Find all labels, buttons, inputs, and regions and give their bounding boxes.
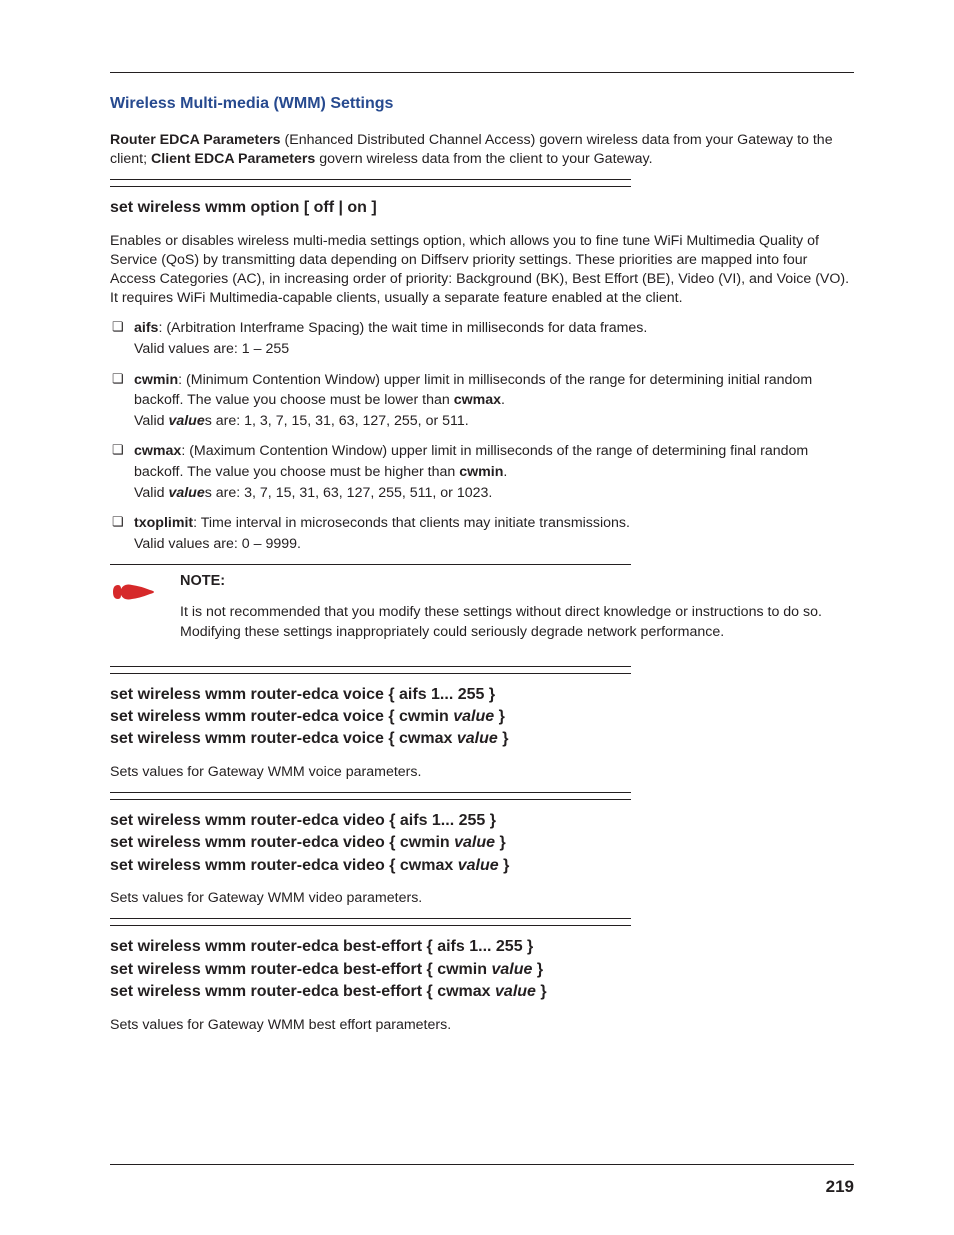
command-line: set wireless wmm router-edca voice { cwm… bbox=[110, 728, 854, 750]
pointing-hand-icon bbox=[110, 573, 180, 612]
cmd-value-placeholder: value bbox=[495, 983, 536, 1000]
param-valid: Valid values are: 0 – 9999. bbox=[134, 536, 301, 552]
cmd-text: } bbox=[494, 708, 505, 725]
cmd-text: set wireless wmm router-edca video { aif… bbox=[110, 812, 496, 829]
list-item: cwmin: (Minimum Contention Window) upper… bbox=[110, 370, 854, 432]
command-line: set wireless wmm router-edca video { aif… bbox=[110, 810, 854, 832]
command-heading: set wireless wmm router-edca video { aif… bbox=[110, 810, 854, 877]
command-group-desc: Sets values for Gateway WMM voice parame… bbox=[110, 763, 854, 782]
param-valid: Valid values are: 1 – 255 bbox=[134, 341, 289, 357]
list-item: txoplimit: Time interval in microseconds… bbox=[110, 513, 854, 554]
command-line: set wireless wmm router-edca best-effort… bbox=[110, 981, 854, 1003]
param-label: cwmin bbox=[134, 372, 178, 388]
note-block: NOTE: It is not recommended that you mod… bbox=[110, 573, 854, 651]
list-item: cwmax: (Maximum Contention Window) upper… bbox=[110, 441, 854, 503]
cmd-text: set wireless wmm router-edca video { cwm… bbox=[110, 834, 454, 851]
rule-thin bbox=[110, 666, 631, 667]
rule-thick bbox=[110, 799, 631, 800]
valid-em: value bbox=[168, 485, 204, 501]
command-group-desc: Sets values for Gateway WMM best effort … bbox=[110, 1016, 854, 1035]
cmd-value-placeholder: value bbox=[454, 834, 495, 851]
cmd-text: set wireless wmm router-edca best-effort… bbox=[110, 983, 495, 1000]
cmd-value-placeholder: value bbox=[458, 857, 499, 874]
cmd-text: } bbox=[499, 857, 510, 874]
command-line: set wireless wmm router-edca best-effort… bbox=[110, 936, 854, 958]
intro-text-2: govern wireless data from the client to … bbox=[315, 151, 652, 167]
cmd-text: set wireless wmm router-edca best-effort… bbox=[110, 961, 491, 978]
page-number: 219 bbox=[826, 1177, 854, 1197]
rule-thin bbox=[110, 564, 631, 565]
valid-pre: Valid bbox=[134, 413, 168, 429]
command-groups: set wireless wmm router-edca voice { aif… bbox=[110, 673, 854, 1035]
command-description: Enables or disables wireless multi-media… bbox=[110, 232, 854, 309]
param-label: aifs bbox=[134, 320, 158, 336]
param-ref: cwmin bbox=[459, 464, 503, 480]
valid-pre: Valid bbox=[134, 485, 168, 501]
intro-paragraph: Router EDCA Parameters (Enhanced Distrib… bbox=[110, 131, 854, 169]
note-heading: NOTE: bbox=[180, 573, 854, 589]
parameter-list: aifs: (Arbitration Interframe Spacing) t… bbox=[110, 318, 854, 554]
note-body: It is not recommended that you modify th… bbox=[180, 603, 854, 641]
command-line: set wireless wmm router-edca voice { aif… bbox=[110, 684, 854, 706]
rule-thin bbox=[110, 918, 631, 919]
cmd-text: set wireless wmm router-edca video { cwm… bbox=[110, 857, 458, 874]
note-content: NOTE: It is not recommended that you mod… bbox=[180, 573, 854, 651]
command-heading: set wireless wmm option [ off | on ] bbox=[110, 197, 854, 219]
cmd-text: set wireless wmm router-edca voice { cwm… bbox=[110, 730, 457, 747]
cmd-value-placeholder: value bbox=[453, 708, 494, 725]
cmd-text: set wireless wmm router-edca voice { aif… bbox=[110, 686, 495, 703]
param-ref: cwmax bbox=[454, 392, 501, 408]
cmd-text: } bbox=[495, 834, 506, 851]
command-heading: set wireless wmm router-edca voice { aif… bbox=[110, 684, 854, 751]
rule-thin bbox=[110, 792, 631, 793]
param-label: txoplimit bbox=[134, 515, 193, 531]
command-line: set wireless wmm router-edca video { cwm… bbox=[110, 855, 854, 877]
param-desc: : Time interval in microseconds that cli… bbox=[193, 515, 630, 531]
rule-thick bbox=[110, 186, 631, 187]
valid-post: s are: 3, 7, 15, 31, 63, 127, 255, 511, … bbox=[205, 485, 493, 501]
param-label: cwmax bbox=[134, 443, 181, 459]
section-title: Wireless Multi-media (WMM) Settings bbox=[110, 95, 854, 113]
cmd-text: set wireless wmm router-edca voice { cwm… bbox=[110, 708, 453, 725]
footer-rule bbox=[110, 1164, 854, 1165]
cmd-value-placeholder: value bbox=[491, 961, 532, 978]
command-heading: set wireless wmm router-edca best-effort… bbox=[110, 936, 854, 1003]
param-desc: : (Arbitration Interframe Spacing) the w… bbox=[158, 320, 647, 336]
cmd-text: } bbox=[536, 983, 547, 1000]
intro-bold-2: Client EDCA Parameters bbox=[151, 151, 315, 167]
command-line: set wireless wmm router-edca video { cwm… bbox=[110, 832, 854, 854]
command-group-desc: Sets values for Gateway WMM video parame… bbox=[110, 889, 854, 908]
command-line: set wireless wmm router-edca best-effort… bbox=[110, 959, 854, 981]
cmd-value-placeholder: value bbox=[457, 730, 498, 747]
intro-bold-1: Router EDCA Parameters bbox=[110, 132, 281, 148]
cmd-text: } bbox=[498, 730, 509, 747]
document-page: Wireless Multi-media (WMM) Settings Rout… bbox=[0, 0, 954, 1235]
rule-thick bbox=[110, 673, 631, 674]
rule-thin bbox=[110, 179, 631, 180]
rule-thick bbox=[110, 925, 631, 926]
valid-em: value bbox=[168, 413, 204, 429]
command-line: set wireless wmm router-edca voice { cwm… bbox=[110, 706, 854, 728]
cmd-text: set wireless wmm router-edca best-effort… bbox=[110, 938, 533, 955]
list-item: aifs: (Arbitration Interframe Spacing) t… bbox=[110, 318, 854, 359]
valid-post: s are: 1, 3, 7, 15, 31, 63, 127, 255, or… bbox=[205, 413, 469, 429]
top-rule bbox=[110, 72, 854, 73]
cmd-text: } bbox=[532, 961, 543, 978]
